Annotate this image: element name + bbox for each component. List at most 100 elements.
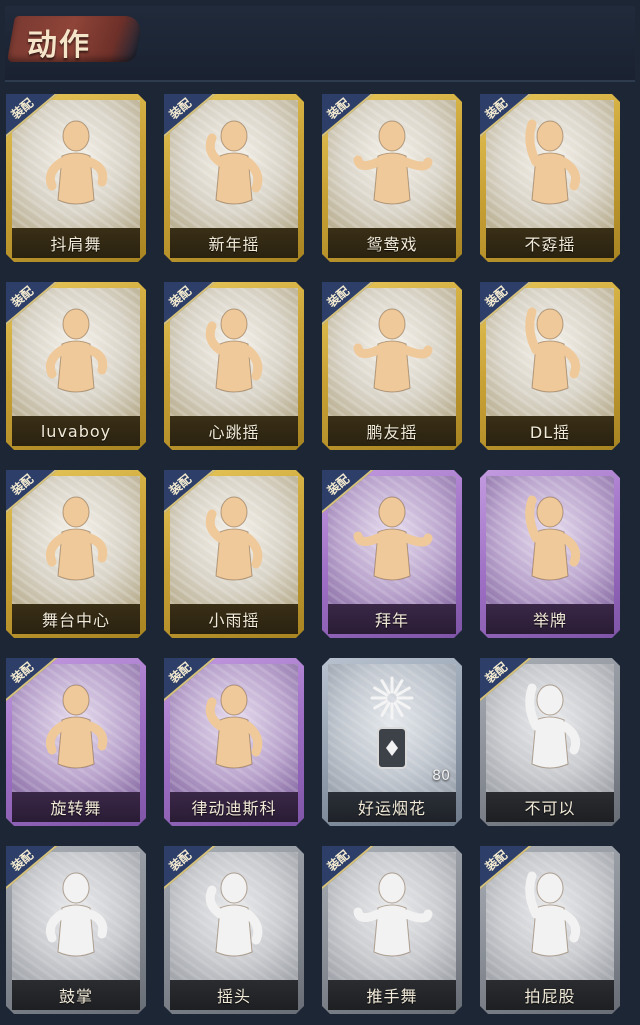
emote-card[interactable]: 拜年 装配	[320, 464, 464, 640]
emote-card[interactable]: 推手舞 装配	[320, 840, 464, 1016]
card-label-bar: 旋转舞	[12, 792, 140, 822]
hold-sign-icon	[506, 488, 594, 596]
equip-badge: 装配	[322, 282, 378, 330]
card-label-bar: 新年摇	[170, 228, 298, 258]
card-label-bar: 摇头	[170, 980, 298, 1010]
equip-badge: 装配	[164, 94, 220, 142]
card-label-bar: 举牌	[486, 604, 614, 634]
emote-name: 鼓掌	[58, 987, 93, 1006]
equip-badge: 装配	[480, 658, 536, 706]
emote-name: 拜年	[374, 611, 409, 630]
equip-badge: 装配	[164, 658, 220, 706]
equip-badge: 装配	[164, 282, 220, 330]
emote-name: 鸳鸯戏	[366, 235, 418, 254]
emote-card[interactable]: 举牌	[478, 464, 622, 640]
equip-badge-label: 装配	[324, 283, 353, 310]
equip-badge: 装配	[6, 470, 62, 518]
emote-name: 新年摇	[208, 235, 260, 254]
page-title: 动作	[27, 28, 91, 63]
header-bar: 动作	[5, 6, 635, 82]
emote-card[interactable]: 小雨摇 装配	[162, 464, 306, 640]
emote-name: 不可以	[524, 799, 576, 818]
equip-badge: 装配	[164, 470, 220, 518]
emote-name: 摇头	[216, 987, 251, 1006]
emote-card[interactable]: 拍屁股 装配	[478, 840, 622, 1016]
equip-badge-label: 装配	[482, 847, 511, 874]
equip-badge-label: 装配	[166, 283, 195, 310]
emote-card[interactable]: 舞台中心 装配	[4, 464, 148, 640]
equip-badge-label: 装配	[8, 847, 37, 874]
card-label-bar: DL摇	[486, 416, 614, 446]
equip-badge-label: 装配	[324, 471, 353, 498]
emote-name: 心跳摇	[208, 423, 260, 442]
equip-badge: 装配	[480, 94, 536, 142]
card-label-bar: 好运烟花	[328, 792, 456, 822]
emote-name: 推手舞	[366, 987, 418, 1006]
emote-name: 举牌	[532, 611, 567, 630]
card-label-bar: 推手舞	[328, 980, 456, 1010]
equip-badge-label: 装配	[482, 659, 511, 686]
equip-badge-label: 装配	[166, 659, 195, 686]
equip-badge-label: 装配	[8, 659, 37, 686]
emote-name: DL摇	[529, 423, 571, 442]
card-label-bar: 抖肩舞	[12, 228, 140, 258]
equip-badge: 装配	[6, 282, 62, 330]
equip-badge: 装配	[6, 658, 62, 706]
emote-name: 拍屁股	[524, 987, 576, 1006]
card-label-bar: 小雨摇	[170, 604, 298, 634]
emote-name: 舞台中心	[41, 611, 110, 630]
emote-card[interactable]: DL摇 装配	[478, 276, 622, 452]
card-label-bar: 心跳摇	[170, 416, 298, 446]
emote-name: 抖肩舞	[50, 235, 102, 254]
item-count: 80	[432, 768, 450, 784]
card-label-bar: 鸳鸯戏	[328, 228, 456, 258]
equip-badge-label: 装配	[8, 95, 37, 122]
emote-card[interactable]: 律动迪斯科 装配	[162, 652, 306, 828]
equip-badge: 装配	[322, 470, 378, 518]
card-label-bar: 拜年	[328, 604, 456, 634]
emote-name: luvaboy	[40, 421, 112, 441]
equip-badge: 装配	[322, 846, 378, 894]
emote-card[interactable]: 新年摇 装配	[162, 88, 306, 264]
equip-badge-label: 装配	[8, 283, 37, 310]
card-label-bar: 律动迪斯科	[170, 792, 298, 822]
card-label-bar: 鼓掌	[12, 980, 140, 1010]
equip-badge: 装配	[322, 94, 378, 142]
emote-card[interactable]: 鼓掌 装配	[4, 840, 148, 1016]
emote-name: 不孬摇	[524, 235, 576, 254]
emote-name: 鹏友摇	[366, 423, 418, 442]
card-label-bar: luvaboy	[12, 416, 140, 446]
equip-badge-label: 装配	[166, 847, 195, 874]
card-label-bar: 舞台中心	[12, 604, 140, 634]
emote-card[interactable]: 不孬摇 装配	[478, 88, 622, 264]
card-label-bar: 拍屁股	[486, 980, 614, 1010]
equip-badge-label: 装配	[482, 95, 511, 122]
emote-card[interactable]: 摇头 装配	[162, 840, 306, 1016]
emote-name: 小雨摇	[208, 611, 260, 630]
equip-badge-label: 装配	[482, 283, 511, 310]
emote-name: 旋转舞	[50, 799, 102, 818]
equip-badge-label: 装配	[324, 847, 353, 874]
emote-card[interactable]: luvaboy 装配	[4, 276, 148, 452]
card-label-bar: 鹏友摇	[328, 416, 456, 446]
emote-card[interactable]: 心跳摇 装配	[162, 276, 306, 452]
emote-card[interactable]: 80 好运烟花	[320, 652, 464, 828]
firework-icon	[348, 676, 436, 784]
emote-card[interactable]: 鹏友摇 装配	[320, 276, 464, 452]
equip-badge: 装配	[164, 846, 220, 894]
equip-badge: 装配	[480, 846, 536, 894]
equip-badge-label: 装配	[166, 471, 195, 498]
card-label-bar: 不孬摇	[486, 228, 614, 258]
equip-badge: 装配	[6, 94, 62, 142]
equip-badge-label: 装配	[8, 471, 37, 498]
emote-card[interactable]: 旋转舞 装配	[4, 652, 148, 828]
emote-name: 律动迪斯科	[191, 799, 277, 818]
card-label-bar: 不可以	[486, 792, 614, 822]
emote-card[interactable]: 鸳鸯戏 装配	[320, 88, 464, 264]
emote-card[interactable]: 抖肩舞 装配	[4, 88, 148, 264]
emote-name: 好运烟花	[357, 799, 426, 818]
emote-card[interactable]: 不可以 装配	[478, 652, 622, 828]
equip-badge: 装配	[480, 282, 536, 330]
equip-badge: 装配	[6, 846, 62, 894]
equip-badge-label: 装配	[324, 95, 353, 122]
